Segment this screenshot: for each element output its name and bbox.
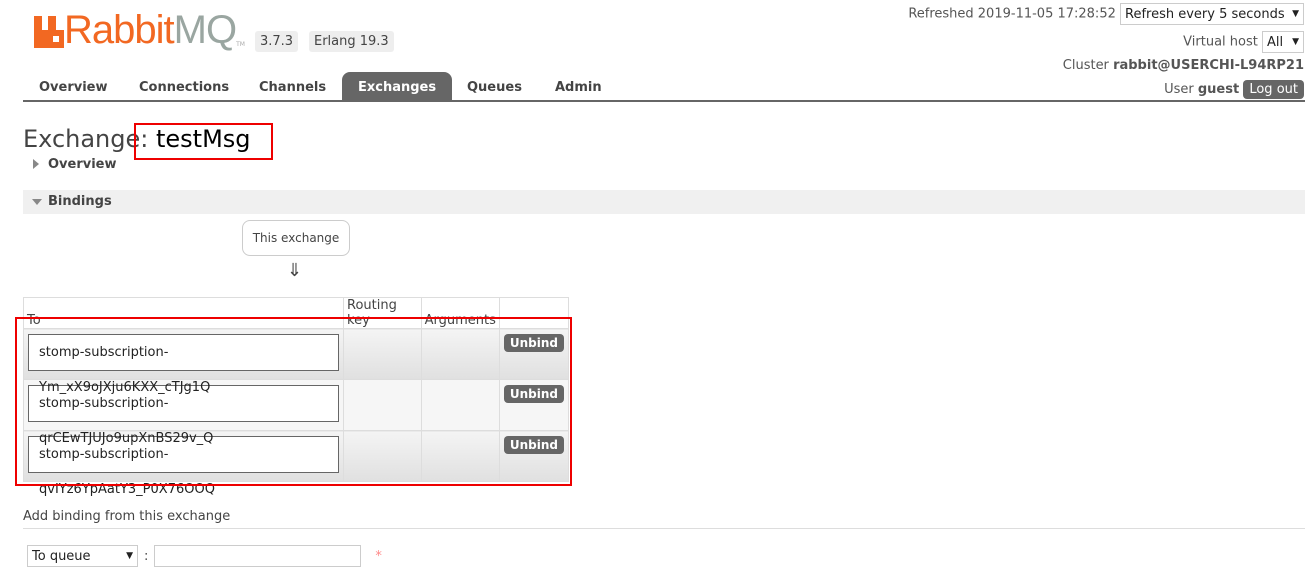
triangle-right-icon xyxy=(33,159,39,169)
down-arrow-icon: ⇓ xyxy=(287,260,303,281)
tab-connections[interactable]: Connections xyxy=(123,72,245,102)
destination-input[interactable] xyxy=(154,545,362,567)
cluster-label: Cluster xyxy=(1062,58,1109,73)
cluster-name: rabbit@USERCHI-L94RP21 xyxy=(1113,58,1304,73)
bindings-section-toggle[interactable]: Bindings xyxy=(23,190,1305,214)
add-binding-heading: Add binding from this exchange xyxy=(23,509,1305,529)
main-nav: Overview Connections Channels Exchanges … xyxy=(23,72,1305,102)
vhost-label: Virtual host xyxy=(1183,34,1258,50)
dropdown-arrow-icon: ▼ xyxy=(1292,9,1299,19)
refresh-select-value: Refresh every 5 seconds xyxy=(1125,6,1285,22)
tab-channels[interactable]: Channels xyxy=(243,72,342,102)
dropdown-arrow-icon: ▼ xyxy=(126,551,133,561)
tab-admin[interactable]: Admin xyxy=(539,72,618,102)
refreshed-text: Refreshed 2019-11-05 17:28:52 xyxy=(908,6,1116,22)
tab-queues[interactable]: Queues xyxy=(451,72,538,102)
erlang-badge: Erlang 19.3 xyxy=(309,31,394,52)
version-badge: 3.7.3 xyxy=(255,31,299,52)
highlight-box xyxy=(15,317,572,486)
refresh-select[interactable]: Refresh every 5 seconds ▼ xyxy=(1120,3,1304,25)
tab-overview[interactable]: Overview xyxy=(23,72,124,102)
required-marker: * xyxy=(375,548,382,564)
bindings-label: Bindings xyxy=(48,194,112,209)
triangle-down-icon xyxy=(32,199,42,205)
overview-section-toggle[interactable]: Overview xyxy=(23,153,1305,177)
title-prefix: Exchange: xyxy=(23,125,149,153)
logo-text-mq: MQ xyxy=(173,8,237,52)
colon-label: : xyxy=(144,548,149,564)
vhost-select-value: All xyxy=(1267,34,1284,50)
dropdown-arrow-icon: ▼ xyxy=(1292,37,1299,47)
this-exchange-box: This exchange xyxy=(242,220,350,256)
logo-mark-icon xyxy=(34,16,64,48)
logo-text: Rabbit xyxy=(64,8,175,52)
tab-exchanges[interactable]: Exchanges xyxy=(342,72,453,102)
rabbitmq-logo: Rabbit MQ TM xyxy=(34,8,245,52)
destination-type-select[interactable]: To queue ▼ xyxy=(27,545,138,567)
overview-label: Overview xyxy=(48,157,117,172)
vhost-select[interactable]: All ▼ xyxy=(1262,31,1304,53)
destination-type-value: To queue xyxy=(32,548,91,564)
logo-tm: TM xyxy=(236,41,245,48)
